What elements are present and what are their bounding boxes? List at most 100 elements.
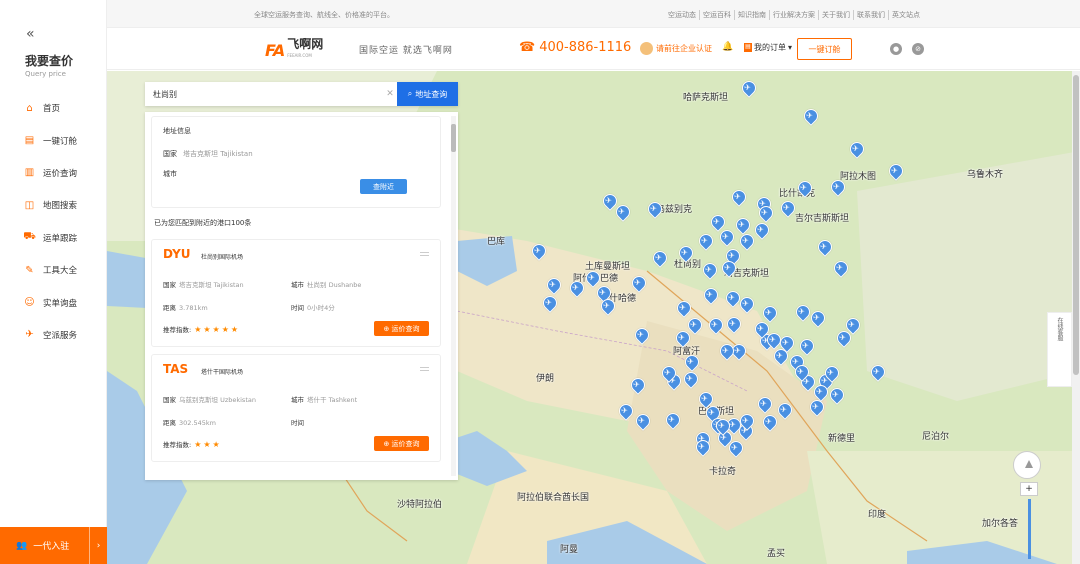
sidebar-item-label: 运价查询 (43, 168, 78, 179)
one-click-booking-button[interactable]: 一键订舱 (797, 38, 852, 60)
address-info-title: 地址信息 (163, 127, 191, 135)
search-bar: ✕ ⌕地址查询 (145, 82, 458, 106)
sidebar-item-label: 工具大全 (43, 266, 78, 277)
brand-sub: FEEAIR.COM (287, 53, 312, 58)
recommend-rating: 推荐指数: ★★★★★ (163, 325, 241, 334)
result-list: 地址信息 国家 塔吉克斯坦 Tajikistan 城市 查附近 已为您匹配到附近的… (145, 112, 458, 480)
address-search-input[interactable] (145, 82, 383, 106)
sidebar-item-label: 实单询盘 (43, 298, 78, 309)
sidebar-subtitle: Query price (25, 70, 66, 78)
port-city: 城市 杜尚别 Dushanbe (291, 281, 362, 289)
avatar (640, 42, 653, 55)
list-scrollbar[interactable] (451, 116, 456, 476)
sidebar-item-home[interactable]: ⌂ 首页 (0, 92, 107, 124)
bell-icon[interactable]: 🔔 (722, 42, 733, 52)
top-link[interactable]: 行业解决方案 (769, 10, 818, 20)
page-scrollbar-thumb[interactable] (1073, 75, 1079, 375)
star-rating: ★★★ (194, 440, 222, 449)
search-icon: ⊕ (383, 324, 392, 333)
top-link[interactable]: 空运动态 (665, 10, 699, 20)
address-city-label: 城市 (163, 170, 177, 178)
agent-join-button[interactable]: 👥 一代入驻 › (0, 527, 107, 564)
top-link[interactable]: 联系我们 (853, 10, 888, 20)
search-icon: ⌕ (407, 89, 413, 98)
map-label-afghan: 阿富汗 (673, 347, 701, 357)
view-nearby-button[interactable]: 查附近 (360, 179, 407, 194)
list-scrollbar-thumb[interactable] (451, 124, 456, 152)
sidebar: « 我要查价 Query price ⌂ 首页 ▤ 一键订舱 ▥ 运价查询 ◫ 地图搜索… (0, 0, 107, 564)
sidebar-item-freight[interactable]: ▥ 运价查询 (0, 157, 107, 189)
cert-label: 请前往企业认证 (656, 44, 712, 53)
search-icon: ⊕ (383, 439, 392, 448)
brand-name: 飞啊网 (287, 37, 324, 51)
top-link[interactable]: 关于我们 (818, 10, 853, 20)
compass-control[interactable] (1013, 451, 1041, 479)
sidebar-item-map[interactable]: ◫ 地图搜索 (0, 189, 107, 221)
orders-label: 我的订单 (754, 43, 786, 52)
map-label-kolkata: 加尔各答 (982, 519, 1019, 529)
logo-mark: FA (265, 40, 285, 60)
map-label-nepal: 尼泊尔 (922, 432, 950, 442)
clear-icon[interactable]: ✕ (383, 82, 397, 106)
sidebar-item-tracking[interactable]: ⛟ 运单跟踪 (0, 222, 107, 254)
map-label-kazakh: 哈萨克斯坦 (683, 93, 729, 103)
link-icon[interactable]: ⊘ (912, 43, 924, 55)
booking-icon: ▤ (24, 135, 35, 147)
top-links: 空运动态 空运百科 知识指南 行业解决方案 关于我们 联系我们 英文站点 (665, 10, 923, 20)
route-icon (420, 367, 429, 371)
country-value: 塔吉克斯坦 Tajikistan (183, 150, 253, 158)
address-search-button[interactable]: ⌕ 地址查询 (397, 82, 458, 106)
freight-icon: ▥ (24, 167, 35, 179)
plane-icon: ✈ (25, 329, 34, 341)
zoom-slider[interactable] (1027, 499, 1031, 559)
address-country-row: 国家 塔吉克斯坦 Tajikistan (163, 149, 253, 159)
collapse-icon[interactable]: « (26, 26, 35, 42)
top-bar: 全球空运服务查询、航线全、价格准的平台。 空运动态 空运百科 知识指南 行业解决… (0, 0, 1080, 28)
sidebar-item-label: 首页 (43, 104, 61, 115)
port-distance: 距离 302.545km (163, 419, 216, 427)
top-link[interactable]: 知识指南 (734, 10, 769, 20)
map-label-almaty: 阿拉木图 (840, 172, 877, 182)
online-service-float[interactable]: 在线客服 (1047, 312, 1072, 387)
port-card[interactable]: TAS 塔什干国际机场 国家 乌兹别克斯坦 Uzbekistan 城市 塔什干 Ta… (151, 354, 441, 462)
map-label-india: 印度 (868, 510, 887, 520)
zoom-control[interactable]: + (1020, 482, 1038, 564)
port-code: DYU (163, 247, 191, 261)
zoom-in-button[interactable]: + (1020, 482, 1038, 496)
sidebar-item-airservice[interactable]: ✈ 空派服务 (0, 319, 107, 351)
map-label-oman: 阿曼 (560, 545, 579, 555)
freight-query-button[interactable]: ⊕ 运价查询 (374, 321, 429, 336)
sidebar-item-tools[interactable]: ✎ 工具大全 (0, 254, 107, 286)
recommend-rating: 推荐指数: ★★★ (163, 440, 222, 449)
header: FA 飞啊网 FEEAIR.COM 国际空运 就选飞啊网 ☎ 400-886-111… (107, 28, 1080, 70)
sidebar-item-inquiry[interactable]: ☺ 实单询盘 (0, 286, 107, 318)
map-label-newdelhi: 新德里 (828, 434, 856, 444)
port-card[interactable]: DYU 杜尚别国际机场 国家 塔吉克斯坦 Tajikistan 城市 杜尚别 Dus… (151, 239, 441, 347)
sidebar-item-label: 运单跟踪 (43, 233, 78, 244)
slogan: 全球空运服务查询、航线全、价格准的平台。 (254, 11, 394, 19)
port-time: 时间 (291, 419, 304, 427)
port-city: 城市 塔什干 Tashkent (291, 396, 358, 404)
logo[interactable]: FA 飞啊网 FEEAIR.COM (265, 37, 324, 61)
map-label-uae: 阿拉伯联合酋长国 (517, 493, 590, 503)
map-label-iran: 伊朗 (536, 374, 555, 384)
wechat-icon[interactable]: ● (890, 43, 902, 55)
top-link[interactable]: 空运百科 (699, 10, 734, 20)
enterprise-cert-link[interactable]: 请前往企业认证 (640, 42, 712, 55)
top-link[interactable]: 英文站点 (888, 10, 923, 20)
caret-down-icon: ▾ (788, 43, 793, 52)
port-time: 时间 0小时4分 (291, 304, 335, 312)
page-scrollbar[interactable] (1072, 71, 1080, 564)
tagline: 国际空运 就选飞啊网 (359, 46, 453, 56)
match-count-text: 已为您匹配到附近的港口100条 (154, 219, 252, 227)
country-label: 国家 (163, 150, 177, 158)
map-label-karachi: 卡拉奇 (709, 467, 737, 477)
sidebar-item-booking[interactable]: ▤ 一键订舱 (0, 124, 107, 156)
port-name: 杜尚别国际机场 (201, 254, 244, 261)
map-label-urumqi: 乌鲁木齐 (967, 170, 1004, 180)
sidebar-item-label: 一键订舱 (43, 136, 78, 147)
phone: ☎ 400-886-1116 (519, 40, 631, 55)
my-orders-menu[interactable]: ▤ 我的订单 ▾ (744, 42, 792, 53)
freight-query-button[interactable]: ⊕ 运价查询 (374, 436, 429, 451)
map-label-mumbai: 孟买 (767, 549, 786, 559)
